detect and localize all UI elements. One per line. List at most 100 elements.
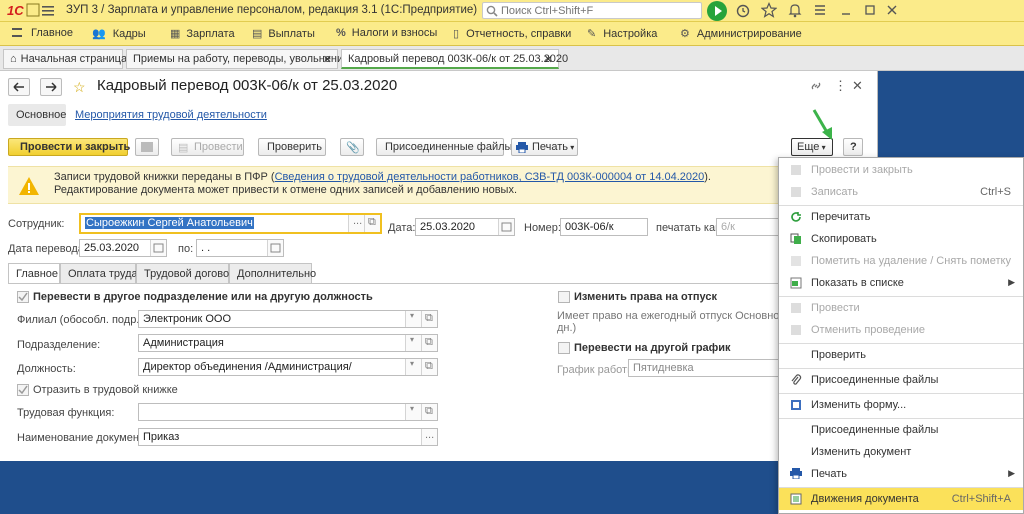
transfer-date-field[interactable]: 25.03.2020 (79, 239, 167, 257)
dd-print[interactable]: Печать ▶ (779, 463, 1023, 485)
calendar-icon[interactable] (498, 219, 514, 235)
position-field[interactable]: Директор объединения /Администрация/▾ ⧉ (138, 358, 438, 376)
paperclip-icon: 📎 (346, 142, 360, 154)
calendar-icon[interactable] (267, 240, 283, 256)
save-icon (790, 186, 802, 198)
check-button[interactable]: Проверить (258, 138, 326, 156)
open-icon[interactable]: ⧉ (421, 311, 437, 327)
close-tab-icon[interactable]: ✕ (323, 53, 332, 66)
dd-unpost[interactable]: Отменить проведение (779, 319, 1023, 341)
dd-mark-delete[interactable]: Пометить на удаление / Снять пометку (779, 250, 1023, 272)
dd-check[interactable]: Проверить (779, 344, 1023, 366)
tab-contract[interactable]: Трудовой договор (136, 263, 235, 284)
select-dots-icon[interactable]: ... (348, 215, 364, 232)
menu-personnel[interactable]: 👥 Кадры (92, 27, 146, 40)
branch-field[interactable]: Электроник ООО ▾ ⧉ (138, 310, 438, 328)
dd-post-close[interactable]: Провести и закрыть (779, 159, 1023, 181)
doc-name-field[interactable]: Приказ... (138, 428, 438, 446)
dd-attached-files-2[interactable]: Присоединенные файлы (779, 419, 1023, 441)
unpost-icon (790, 324, 802, 336)
calendar-icon[interactable] (150, 240, 166, 256)
menu-payments[interactable]: ▤ Выплаты (252, 27, 315, 40)
link-icon[interactable] (809, 79, 823, 93)
dd-attached-files[interactable]: Присоединенные файлы (779, 369, 1023, 391)
tab-main[interactable]: Главное (8, 263, 60, 284)
search-input[interactable] (501, 4, 696, 17)
select-dots-icon[interactable]: ... (421, 429, 437, 445)
dd-edit-form[interactable]: Изменить форму... (779, 394, 1023, 416)
tab-additional[interactable]: Дополнительно (229, 263, 316, 284)
home-icon[interactable] (26, 3, 40, 17)
branch-label: Филиал (обособл. подр.): (17, 314, 147, 326)
attached-files-button[interactable]: Присоединенные файлы (376, 138, 512, 156)
dd-post[interactable]: Провести (779, 297, 1023, 319)
favorite-star-icon[interactable]: ☆ (73, 79, 86, 96)
menu-taxes[interactable]: % Налоги и взносы (336, 27, 437, 39)
calculator-icon: ▦ (170, 28, 181, 40)
history-icon[interactable] (735, 2, 753, 20)
minimize-icon[interactable] (838, 2, 856, 20)
dropdown-icon[interactable]: ▾ (405, 404, 421, 420)
dd-copy[interactable]: Скопировать (779, 228, 1023, 250)
dropdown-icon[interactable]: ▾ (405, 311, 421, 327)
labor-function-field[interactable]: ▾ ⧉ (138, 403, 438, 421)
menu-main[interactable]: Главное (12, 27, 73, 39)
print-as-field[interactable]: 6/к (716, 218, 778, 236)
more-options-icon[interactable]: ⋮ (834, 78, 847, 94)
dropdown-icon[interactable]: ▾ (405, 335, 421, 351)
post-and-close-button[interactable]: Провести и закрыть (8, 138, 130, 156)
department-field[interactable]: Администрация ▾ ⧉ (138, 334, 438, 352)
dd-document-movements[interactable]: Движения документа Ctrl+Shift+A (779, 488, 1023, 510)
szv-td-link[interactable]: Сведения о трудовой деятельности работни… (275, 171, 705, 183)
forward-button[interactable] (40, 78, 62, 96)
help-button[interactable]: ? (843, 138, 863, 156)
global-search[interactable] (482, 2, 702, 19)
post-button[interactable]: ▤ Провести (171, 138, 244, 156)
dd-reread[interactable]: Перечитать (779, 206, 1023, 228)
section-main[interactable]: Основное (8, 104, 66, 126)
open-icon[interactable]: ⧉ (421, 404, 437, 420)
close-tab-icon[interactable]: ✕ (544, 53, 553, 66)
schedule-field[interactable]: Пятидневка (628, 359, 778, 377)
date-label: Дата: (388, 222, 416, 234)
dd-edit-document[interactable]: Изменить документ (779, 441, 1023, 463)
open-icon[interactable]: ⧉ (421, 335, 437, 351)
menu-admin[interactable]: ⚙ Администрирование (680, 27, 802, 40)
run-icon[interactable] (707, 1, 727, 21)
dd-show-in-list[interactable]: Показать в списке ▶ (779, 272, 1023, 294)
schedule-checkbox[interactable] (558, 342, 570, 354)
date-field[interactable]: 25.03.2020 (415, 218, 515, 236)
user-menu-icon[interactable] (812, 2, 830, 20)
menu-salary[interactable]: ▦ Зарплата (170, 27, 235, 40)
paperclip-button[interactable]: 📎 (340, 138, 364, 156)
open-icon[interactable]: ⧉ (364, 215, 380, 232)
menu-burger-icon[interactable] (42, 4, 55, 17)
vacation-rights-checkbox[interactable] (558, 291, 570, 303)
tab-pay[interactable]: Оплата труда (60, 263, 138, 284)
to-date-field[interactable]: . . (196, 239, 284, 257)
dropdown-icon[interactable]: ▾ (405, 359, 421, 375)
menu-settings[interactable]: ✎ Настройка (587, 27, 657, 40)
employee-field[interactable]: Сыроежкин Сергей Анатольевич ... ⧉ (79, 213, 382, 234)
print-button[interactable]: Печать ▾ (511, 138, 578, 156)
tab-transfer-document[interactable]: Кадровый перевод 003К-06/к от 25.03.2020… (341, 49, 568, 69)
warning-icon (18, 176, 40, 196)
close-window-icon[interactable] (884, 2, 902, 20)
favorites-icon[interactable] (761, 2, 779, 20)
tab-home-page[interactable]: ⌂ Начальная страница (3, 49, 127, 69)
save-button[interactable] (135, 138, 159, 156)
menu-reports[interactable]: ▯ Отчетность, справки (453, 27, 571, 40)
app-title: ЗУП 3 / Зарплата и управление персоналом… (66, 4, 478, 16)
tab-hirings-list[interactable]: Приемы на работу, переводы, увольнения ✕ (126, 49, 349, 69)
notifications-icon[interactable] (787, 2, 805, 20)
number-field[interactable]: 003К-06/к (560, 218, 648, 236)
close-form-icon[interactable]: ✕ (852, 78, 863, 94)
section-work-activities-link[interactable]: Мероприятия трудовой деятельности (75, 109, 267, 121)
reflect-in-workbook-checkbox[interactable] (17, 384, 29, 396)
maximize-icon[interactable] (862, 2, 880, 20)
dd-save[interactable]: Записать Ctrl+S (779, 181, 1023, 203)
transfer-checkbox[interactable] (17, 291, 29, 303)
back-button[interactable] (8, 78, 30, 96)
open-icon[interactable]: ⧉ (421, 359, 437, 375)
submenu-arrow-icon: ▶ (1008, 468, 1015, 478)
